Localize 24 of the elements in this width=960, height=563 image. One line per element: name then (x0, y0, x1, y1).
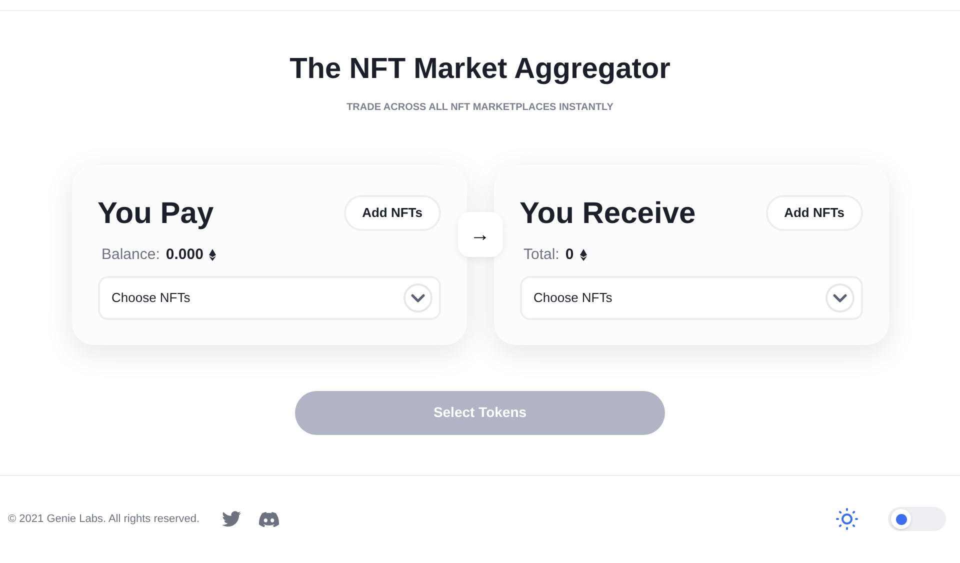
chevron-down-icon (402, 283, 432, 313)
theme-toggle[interactable] (888, 507, 946, 531)
page-title: The NFT Market Aggregator (290, 52, 670, 87)
stat-value: 0.000 (166, 244, 204, 264)
card-title: You Pay (98, 196, 214, 232)
chevron-down-icon (824, 283, 854, 313)
nft-select[interactable]: Choose NFTs (520, 276, 862, 320)
ether-icon (209, 248, 216, 261)
stat-label: Total: (524, 244, 560, 264)
sun-icon (836, 508, 858, 530)
bird-icon[interactable] (222, 511, 241, 527)
ether-icon (580, 248, 587, 261)
select-placeholder: Choose NFTs (534, 289, 612, 308)
swap-arrow-button[interactable]: → (458, 212, 502, 257)
chat-icon[interactable] (258, 512, 279, 526)
copyright-text: © 2021 Genie Labs. All rights reserved. (8, 512, 200, 527)
stat-value: 0 (565, 244, 574, 264)
select-placeholder: Choose NFTs (112, 289, 190, 308)
stat-label: Balance: (102, 244, 160, 264)
card-title: You Receive (520, 196, 696, 232)
add-nfts-button[interactable]: Add NFTs (766, 195, 862, 231)
page-subtitle: TRADE ACROSS ALL NFT MARKETPLACES INSTANTLY (346, 100, 614, 114)
nft-select[interactable]: Choose NFTs (98, 276, 440, 320)
add-nfts-button[interactable]: Add NFTs (344, 195, 440, 231)
